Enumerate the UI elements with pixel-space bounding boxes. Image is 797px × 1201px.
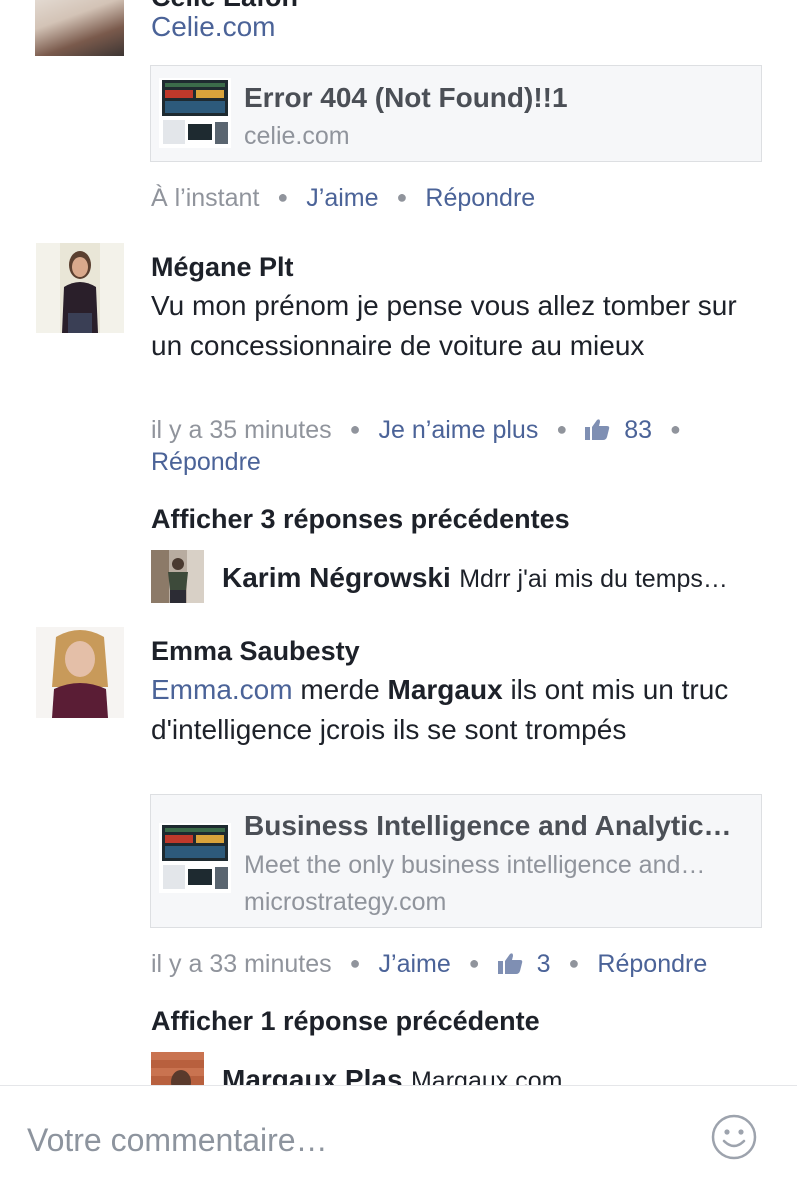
profile-photo bbox=[36, 243, 124, 333]
avatar[interactable] bbox=[35, 0, 124, 56]
profile-photo bbox=[36, 627, 124, 718]
reply-text: Margaux.com bbox=[410, 1067, 563, 1085]
card-title: Business Intelligence and Analytic… bbox=[244, 810, 732, 841]
comment-link[interactable]: Emma.com bbox=[151, 674, 293, 705]
card-title: Error 404 (Not Found)!!1 bbox=[244, 82, 568, 113]
thumbs-up-icon bbox=[497, 953, 522, 974]
like-button[interactable]: J’aime bbox=[379, 950, 451, 978]
reply-text: Mdrr j'ai mis du temps… bbox=[459, 565, 728, 593]
smiley-icon[interactable] bbox=[711, 1114, 757, 1160]
comments-feed: Celie Eafon Celie.com Error 404 (Not Fou… bbox=[0, 0, 797, 1085]
card-description: Meet the only business intelligence and… bbox=[244, 851, 706, 879]
comment-meta-wrap: Répondre bbox=[151, 448, 261, 477]
profile-photo bbox=[151, 550, 204, 603]
profile-photo bbox=[151, 1052, 204, 1085]
show-previous-replies[interactable]: Afficher 3 réponses précédentes bbox=[151, 504, 570, 535]
show-previous-replies[interactable]: Afficher 1 réponse précédente bbox=[151, 1006, 540, 1037]
comment-time: il y a 35 minutes bbox=[151, 416, 332, 444]
reply-author[interactable]: Karim Négrowski bbox=[222, 562, 451, 593]
reply-preview[interactable]: Karim Négrowski Mdrr j'ai mis du temps… bbox=[222, 562, 728, 594]
comment-text-part: merde bbox=[300, 674, 380, 705]
thumbs-up-icon bbox=[585, 419, 610, 440]
unlike-button[interactable]: Je n’aime plus bbox=[379, 416, 539, 444]
avatar[interactable] bbox=[36, 627, 124, 718]
website-thumbnail bbox=[159, 78, 231, 148]
card-domain: microstrategy.com bbox=[244, 888, 447, 916]
like-button[interactable]: J’aime bbox=[306, 184, 378, 212]
comment-composer bbox=[0, 1085, 797, 1201]
reply-button[interactable]: Répondre bbox=[597, 950, 707, 978]
comment-input[interactable] bbox=[27, 1122, 667, 1159]
reply-preview[interactable]: Margaux Plas Margaux.com bbox=[222, 1064, 562, 1085]
comment-meta: il y a 33 minutes ● J’aime ● 3 ● Répondre bbox=[151, 950, 708, 978]
card-domain: celie.com bbox=[244, 122, 350, 150]
comment-author[interactable]: Emma Saubesty bbox=[151, 636, 360, 667]
link-preview-card[interactable]: Business Intelligence and Analytic… Meet… bbox=[150, 794, 762, 928]
comment-meta: il y a 35 minutes ● Je n’aime plus ● 83 ● bbox=[151, 416, 681, 444]
website-thumbnail bbox=[159, 823, 231, 893]
comment-meta: À l’instant ● J’aime ● Répondre bbox=[151, 184, 536, 212]
reply-author[interactable]: Margaux Plas bbox=[222, 1064, 403, 1085]
comment-time: il y a 33 minutes bbox=[151, 950, 332, 978]
comment-author[interactable]: Mégane Plt bbox=[151, 252, 294, 283]
comment-link[interactable]: Celie.com bbox=[151, 11, 275, 43]
like-count[interactable]: 83 bbox=[624, 416, 652, 444]
reply-button[interactable]: Répondre bbox=[425, 184, 535, 212]
avatar[interactable] bbox=[36, 243, 124, 333]
comment-time: À l’instant bbox=[151, 184, 260, 212]
mention[interactable]: Margaux bbox=[388, 674, 503, 705]
link-preview-card[interactable]: Error 404 (Not Found)!!1 celie.com bbox=[150, 65, 762, 162]
like-count[interactable]: 3 bbox=[537, 950, 551, 978]
reply-button[interactable]: Répondre bbox=[151, 448, 261, 476]
comment-text: Vu mon prénom je pense vous allez tomber… bbox=[151, 290, 737, 361]
avatar[interactable] bbox=[151, 550, 204, 603]
comment-text: Emma.com merde Margaux ils ont mis un tr… bbox=[151, 670, 751, 749]
avatar[interactable] bbox=[151, 1052, 204, 1085]
